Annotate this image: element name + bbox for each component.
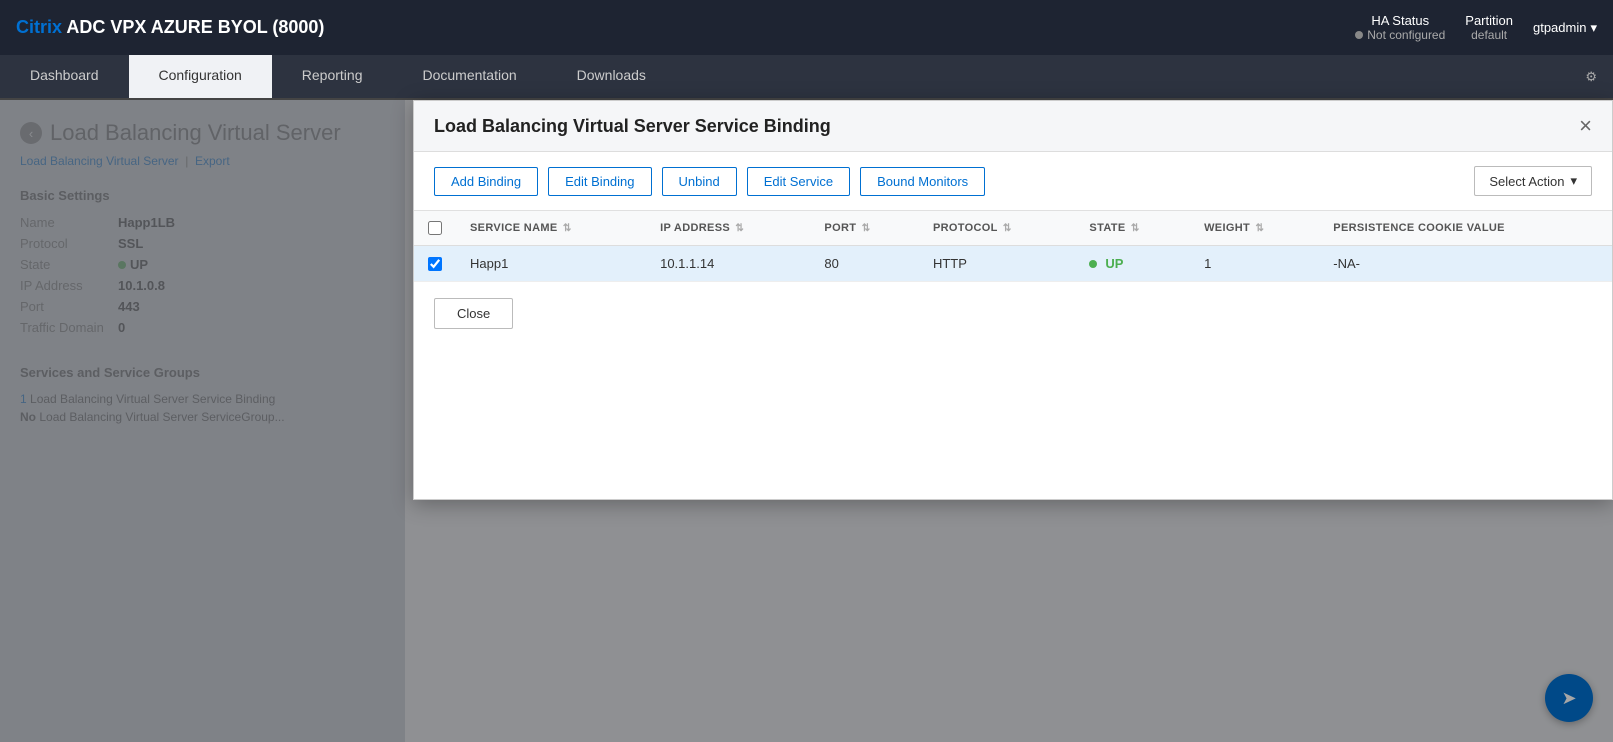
- modal-dialog: Load Balancing Virtual Server Service Bi…: [413, 100, 1613, 500]
- sort-protocol-icon[interactable]: ⇅: [1003, 223, 1012, 234]
- user-menu[interactable]: gtpadmin ▾: [1533, 20, 1597, 36]
- col-header-port: Port ⇅: [810, 211, 919, 246]
- col-header-service-name: Service Name ⇅: [456, 211, 646, 246]
- sort-port-icon[interactable]: ⇅: [862, 223, 871, 234]
- tab-documentation[interactable]: Documentation: [392, 55, 546, 98]
- topbar-right: HA Status Not configured Partition defau…: [1355, 13, 1597, 42]
- select-action-button[interactable]: Select Action ▾: [1474, 166, 1592, 196]
- partition: Partition default: [1465, 13, 1513, 42]
- edit-binding-button[interactable]: Edit Binding: [548, 167, 651, 196]
- brand: Citrix ADC VPX AZURE BYOL (8000): [16, 17, 324, 38]
- select-action-label: Select Action: [1489, 174, 1564, 189]
- row-checkbox[interactable]: [428, 257, 442, 271]
- tab-configuration[interactable]: Configuration: [129, 55, 272, 98]
- col-header-state: State ⇅: [1075, 211, 1190, 246]
- row-ip-address: 10.1.1.14: [646, 246, 810, 282]
- settings-icon[interactable]: ⚙: [1569, 55, 1613, 98]
- ha-status-text: Not configured: [1367, 28, 1445, 42]
- modal-table-wrap: Service Name ⇅ IP Address ⇅ Port ⇅ Pro: [414, 211, 1612, 282]
- row-checkbox-cell: [414, 246, 456, 282]
- partition-value: default: [1465, 28, 1513, 42]
- col-header-persistence-cookie: Persistence Cookie Value: [1319, 211, 1612, 246]
- sort-weight-icon[interactable]: ⇅: [1255, 223, 1264, 234]
- select-all-checkbox[interactable]: [428, 221, 442, 235]
- modal-title: Load Balancing Virtual Server Service Bi…: [434, 116, 831, 137]
- brand-rest: ADC VPX AZURE BYOL (8000): [62, 17, 324, 37]
- tab-reporting[interactable]: Reporting: [272, 55, 393, 98]
- ha-status-value: Not configured: [1355, 28, 1445, 42]
- col-header-protocol: Protocol ⇅: [919, 211, 1075, 246]
- row-weight: 1: [1190, 246, 1319, 282]
- col-header-weight: Weight ⇅: [1190, 211, 1319, 246]
- ha-status-label: HA Status: [1355, 13, 1445, 28]
- edit-service-button[interactable]: Edit Service: [747, 167, 850, 196]
- topbar: Citrix ADC VPX AZURE BYOL (8000) HA Stat…: [0, 0, 1613, 55]
- navbar: Dashboard Configuration Reporting Docume…: [0, 55, 1613, 100]
- add-binding-button[interactable]: Add Binding: [434, 167, 538, 196]
- brand-citrix: Citrix: [16, 17, 62, 37]
- modal-header: Load Balancing Virtual Server Service Bi…: [414, 101, 1612, 152]
- ha-status: HA Status Not configured: [1355, 13, 1445, 42]
- user-label: gtpadmin: [1533, 20, 1586, 35]
- modal-overlay: Load Balancing Virtual Server Service Bi…: [0, 100, 1613, 742]
- modal-toolbar: Add Binding Edit Binding Unbind Edit Ser…: [414, 152, 1612, 211]
- modal-close-button[interactable]: ×: [1579, 115, 1592, 137]
- col-header-checkbox: [414, 211, 456, 246]
- service-binding-table: Service Name ⇅ IP Address ⇅ Port ⇅ Pro: [414, 211, 1612, 282]
- row-service-name: Happ1: [456, 246, 646, 282]
- bound-monitors-button[interactable]: Bound Monitors: [860, 167, 985, 196]
- modal-footer: Close: [414, 282, 1612, 345]
- select-action-chevron-icon: ▾: [1570, 173, 1577, 189]
- unbind-button[interactable]: Unbind: [662, 167, 737, 196]
- table-row[interactable]: Happ1 10.1.1.14 80 HTTP UP 1 -NA-: [414, 246, 1612, 282]
- row-protocol: HTTP: [919, 246, 1075, 282]
- row-persistence-cookie: -NA-: [1319, 246, 1612, 282]
- sort-service-name-icon[interactable]: ⇅: [563, 223, 572, 234]
- state-dot-icon: [1089, 260, 1097, 268]
- tab-downloads[interactable]: Downloads: [547, 55, 676, 98]
- sort-state-icon[interactable]: ⇅: [1131, 223, 1140, 234]
- ha-dot-icon: [1355, 31, 1363, 39]
- row-port: 80: [810, 246, 919, 282]
- close-modal-button[interactable]: Close: [434, 298, 513, 329]
- user-chevron-icon: ▾: [1590, 20, 1597, 36]
- row-state: UP: [1075, 246, 1190, 282]
- sort-ip-icon[interactable]: ⇅: [735, 223, 744, 234]
- col-header-ip-address: IP Address ⇅: [646, 211, 810, 246]
- tab-dashboard[interactable]: Dashboard: [0, 55, 129, 98]
- partition-label: Partition: [1465, 13, 1513, 28]
